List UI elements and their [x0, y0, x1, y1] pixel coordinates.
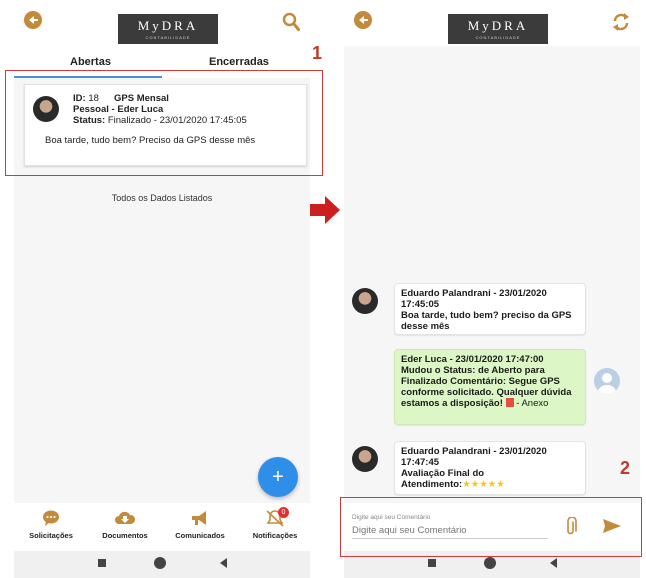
notification-badge: 0 [278, 507, 289, 518]
home-icon[interactable] [484, 557, 496, 569]
megaphone-icon [192, 511, 206, 525]
chat-icon [43, 510, 59, 526]
app-logo: MyDRA CONTABILIDADE [448, 14, 548, 44]
refresh-icon[interactable] [612, 12, 630, 32]
add-request-button[interactable]: + [258, 457, 298, 497]
top-bar: MyDRA CONTABILIDADE [14, 0, 310, 46]
logo-text: MyDRA [467, 18, 529, 33]
logo-subtext: CONTABILIDADE [145, 35, 191, 40]
bottom-nav: Solicitações Documentos Comunicados 0 No… [14, 503, 310, 551]
recents-icon[interactable] [98, 559, 106, 567]
arrow-right-icon [310, 196, 340, 224]
nav-label: Solicitações [29, 531, 73, 540]
message-body: Boa tarde, tudo bem? preciso da GPS dess… [401, 310, 572, 332]
back-icon[interactable] [24, 11, 42, 29]
tab-abertas[interactable]: Abertas [70, 56, 111, 68]
nav-notificacoes[interactable]: 0 Notificações [240, 507, 310, 540]
message-header: Eduardo Palandrani - 23/01/2020 17:45:05 [401, 288, 547, 310]
highlight-frame-2 [340, 497, 642, 557]
rating-stars: ★★★★★ [462, 479, 505, 490]
chat-message-incoming: Eduardo Palandrani - 23/01/2020 17:45:05… [394, 283, 586, 335]
app-logo: MyDRA CONTABILIDADE [118, 14, 218, 44]
highlight-frame-1 [5, 70, 323, 176]
user-avatar [594, 368, 620, 394]
system-back-icon[interactable] [220, 558, 227, 568]
home-icon[interactable] [154, 557, 166, 569]
chat-message-incoming: Eduardo Palandrani - 23/01/2020 17:47:45… [394, 441, 586, 495]
message-header: Eder Luca - 23/01/2020 17:47:00 [401, 354, 544, 365]
avatar [352, 288, 378, 314]
tutorial-canvas: MyDRA CONTABILIDADE Abertas Encerradas I… [0, 0, 646, 578]
list-end-text: Todos os Dados Listados [111, 193, 213, 203]
nav-solicitacoes[interactable]: Solicitações [16, 509, 86, 540]
nav-label: Documentos [102, 531, 148, 540]
tab-encerradas[interactable]: Encerradas [209, 56, 269, 68]
nav-label: Notificações [252, 531, 298, 540]
top-bar: MyDRA CONTABILIDADE [344, 0, 640, 46]
attachment-label[interactable]: - Anexo [516, 398, 548, 409]
logo-text: MyDRA [137, 18, 199, 33]
message-header: Eduardo Palandrani - 23/01/2020 17:47:45 [401, 446, 547, 468]
system-back-icon[interactable] [550, 558, 557, 568]
recents-icon[interactable] [428, 559, 436, 567]
system-nav-bar [14, 551, 310, 578]
back-icon[interactable] [354, 11, 372, 29]
cloud-download-icon [115, 511, 136, 524]
pdf-icon[interactable] [505, 398, 514, 407]
step-number-1: 1 [312, 43, 323, 63]
nav-comunicados[interactable]: Comunicados [165, 509, 235, 540]
chat-message-outgoing: Eder Luca - 23/01/2020 17:47:00 Mudou o … [394, 349, 586, 425]
search-icon[interactable] [282, 12, 300, 32]
nav-documentos[interactable]: Documentos [90, 509, 160, 540]
step-number-2: 2 [620, 458, 631, 478]
nav-label: Comunicados [175, 531, 225, 540]
chat-screen: MyDRA CONTABILIDADE Eduardo Palandrani -… [344, 0, 640, 578]
logo-subtext: CONTABILIDADE [475, 35, 521, 40]
avatar [352, 446, 378, 472]
